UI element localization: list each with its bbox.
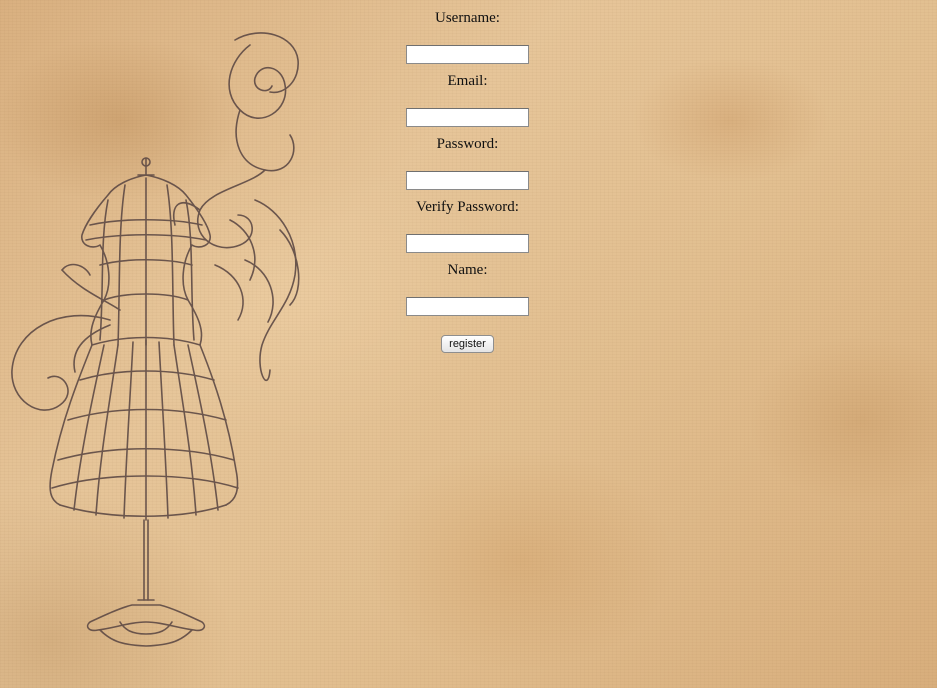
username-input[interactable] [406, 45, 529, 64]
password-label: Password: [436, 136, 499, 152]
dress-form-illustration [11, 32, 300, 647]
name-input[interactable] [406, 297, 529, 316]
username-label: Username: [435, 10, 500, 26]
name-label: Name: [447, 262, 488, 278]
email-input[interactable] [406, 108, 529, 127]
verify-password-input[interactable] [406, 234, 529, 253]
registration-form: Username: Email: Password: Verify Passwo… [380, 0, 555, 353]
verify-password-label: Verify Password: [416, 199, 519, 215]
register-button[interactable]: register [441, 335, 494, 353]
email-label: Email: [447, 73, 488, 89]
password-input[interactable] [406, 171, 529, 190]
